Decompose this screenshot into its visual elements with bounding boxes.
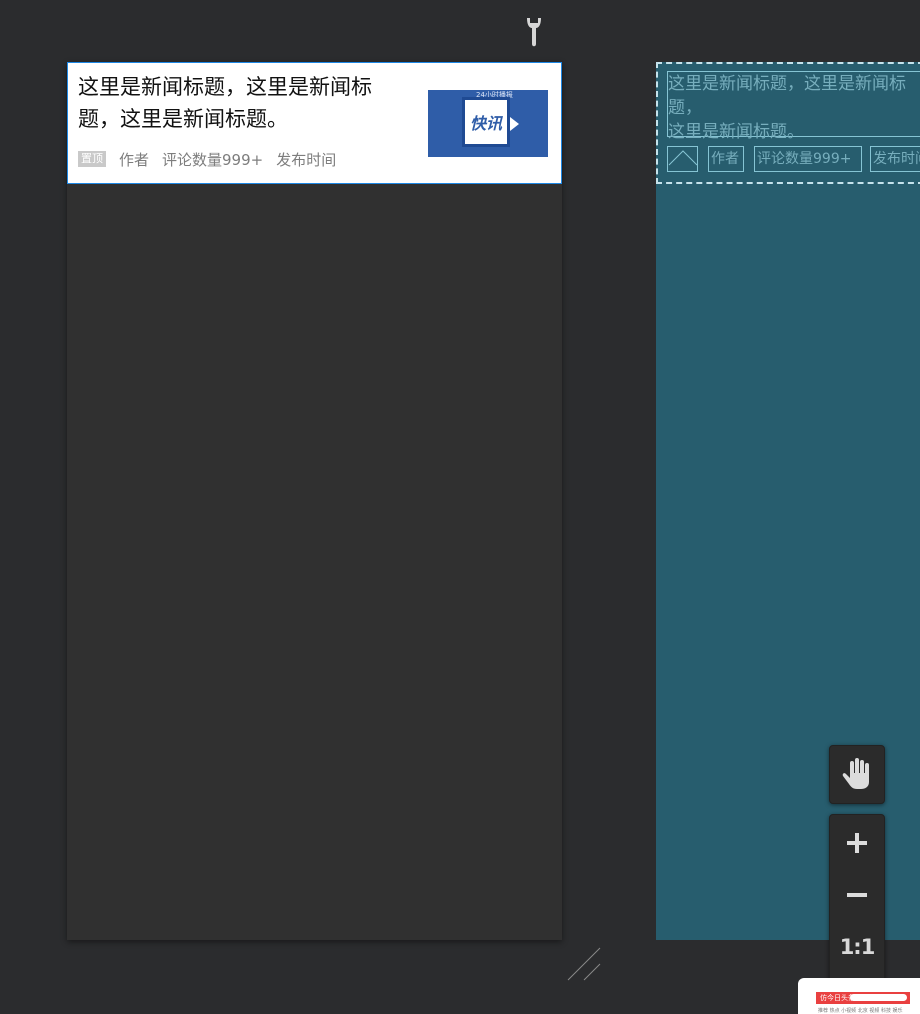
minimap-search xyxy=(850,994,907,1001)
minimap-preview[interactable]: 仿今日头条 推荐 热点 小视频 北京 视频 科技 娱乐 xyxy=(798,978,920,1014)
zoom-in-button[interactable] xyxy=(830,821,884,865)
plus-icon xyxy=(847,833,867,853)
minimap-tabs: 推荐 热点 小视频 北京 视频 科技 娱乐 xyxy=(818,1008,903,1014)
news-title: 这里是新闻标题，这里是新闻标题，这里是新闻标题。 xyxy=(78,75,372,131)
wrench-icon[interactable] xyxy=(524,16,544,48)
news-card-selected[interactable]: 这里是新闻标题，这里是新闻标题，这里是新闻标题。 置顶 作者 评论数量999+ … xyxy=(67,62,562,184)
minus-icon xyxy=(847,893,867,897)
zoom-out-button[interactable] xyxy=(830,873,884,917)
zoom-reset-label: 1:1 xyxy=(839,935,876,959)
news-thumbnail: 24小时播报 快讯 xyxy=(428,90,548,157)
resize-handle-icon[interactable] xyxy=(566,946,602,982)
phone-frame-editor xyxy=(67,62,562,940)
zoom-reset-button[interactable]: 1:1 xyxy=(830,925,884,969)
thumbnail-arrow xyxy=(510,117,519,131)
preview-author: 作者 xyxy=(708,146,744,172)
preview-comment-count: 评论数量999+ xyxy=(754,146,862,172)
hand-tool-button[interactable] xyxy=(829,745,885,804)
zoom-controls: 1:1 xyxy=(829,814,885,986)
preview-publish-time: 发布时间 xyxy=(870,146,920,172)
thumbnail-label: 快讯 xyxy=(462,97,510,147)
news-author: 作者 xyxy=(119,150,150,169)
news-meta: 置顶 作者 评论数量999+ 发布时间 xyxy=(78,149,336,169)
phone-frame-preview: 这里是新闻标题，这里是新闻标题， 这里是新闻标题。 作者 评论数量999+ 发布… xyxy=(656,62,920,940)
preview-news-title: 这里是新闻标题，这里是新闻标题， 这里是新闻标题。 xyxy=(667,71,920,142)
news-publish-time: 发布时间 xyxy=(276,150,337,169)
hand-icon xyxy=(842,758,869,789)
image-placeholder-icon xyxy=(668,150,698,166)
preview-thumbnail-placeholder xyxy=(667,146,698,172)
thumbnail-main-text: 快讯 xyxy=(469,114,502,133)
top-badge: 置顶 xyxy=(78,151,106,167)
preview-news-card[interactable]: 这里是新闻标题，这里是新闻标题， 这里是新闻标题。 作者 评论数量999+ 发布… xyxy=(656,62,920,184)
news-comment-count: 评论数量999+ xyxy=(162,150,264,169)
